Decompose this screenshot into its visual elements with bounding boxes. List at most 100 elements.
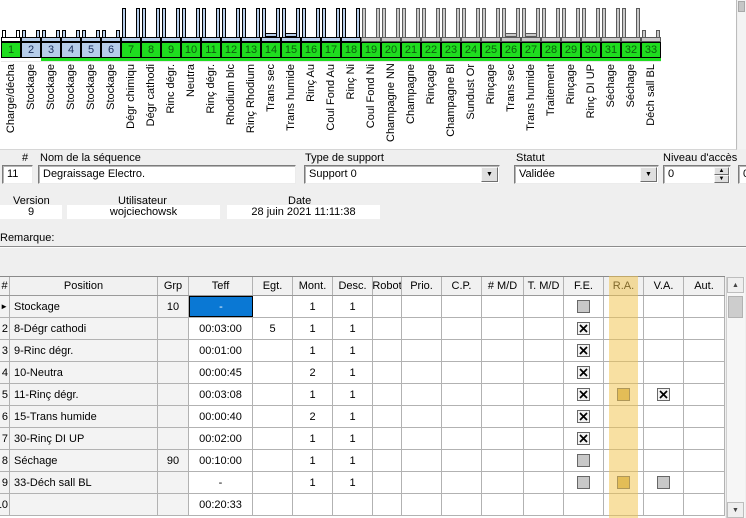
cell-teff-row-5[interactable]: 00:03:08 [189, 384, 253, 405]
cell-cp-row-5[interactable] [442, 384, 482, 405]
cell-grp-row-3[interactable] [158, 340, 189, 361]
cell-fe-row-2[interactable] [564, 318, 604, 339]
column-header-c-p-[interactable]: C.P. [442, 277, 482, 295]
station-18[interactable]: 18Rinç Ni [341, 0, 361, 148]
cell-fe-row-1[interactable] [564, 296, 604, 317]
cell-grp-row-2[interactable] [158, 318, 189, 339]
station-5-number[interactable]: 5 [81, 42, 101, 58]
cell-tmd-row-10[interactable] [524, 494, 564, 515]
cell-egt-row-7[interactable] [253, 428, 293, 449]
cell-teff-row-10[interactable]: 00:20:33 [189, 494, 253, 515]
cell-egt-row-6[interactable] [253, 406, 293, 427]
cell-robot-row-5[interactable] [373, 384, 402, 405]
cell-prio-row-4[interactable] [402, 362, 442, 383]
column-header-teff[interactable]: Teff [189, 277, 253, 295]
cell-ra-row-7[interactable] [604, 428, 644, 449]
station-26-number[interactable]: 26 [501, 42, 521, 58]
station-33-number[interactable]: 33 [641, 42, 661, 58]
station-2-number[interactable]: 2 [21, 42, 41, 58]
cell-egt-row-2[interactable]: 5 [253, 318, 293, 339]
spinner-up-icon[interactable]: ▲ [714, 167, 729, 175]
station-3-number[interactable]: 3 [41, 42, 61, 58]
cell-aut-row-7[interactable] [684, 428, 725, 449]
cell-position-row-3[interactable]: 9-Rinc dégr. [10, 340, 158, 361]
station-17-number[interactable]: 17 [321, 42, 341, 58]
cell-aut-row-1[interactable] [684, 296, 725, 317]
cell-md-row-10[interactable] [482, 494, 524, 515]
cell-ra-row-10[interactable] [604, 494, 644, 515]
cell-grp-row-8[interactable]: 90 [158, 450, 189, 471]
station-4-number[interactable]: 4 [61, 42, 81, 58]
column-header--m-d[interactable]: # M/D [482, 277, 524, 295]
cell-prio-row-3[interactable] [402, 340, 442, 361]
fe-checkbox-row-9[interactable] [577, 476, 590, 489]
cell-cp-row-3[interactable] [442, 340, 482, 361]
station-27-number[interactable]: 27 [521, 42, 541, 58]
table-row-8[interactable]: 8Séchage9000:10:0011 [0, 450, 725, 472]
cell-mont-row-10[interactable] [293, 494, 333, 515]
va-checkbox-row-9[interactable] [657, 476, 670, 489]
seq-number-field[interactable]: 11 [2, 165, 33, 184]
station-31-number[interactable]: 31 [601, 42, 621, 58]
column-header-mont-[interactable]: Mont. [293, 277, 333, 295]
cell-mont-row-2[interactable]: 1 [293, 318, 333, 339]
cell-mont-row-6[interactable]: 2 [293, 406, 333, 427]
cell-va-row-1[interactable] [644, 296, 684, 317]
cell-cp-row-9[interactable] [442, 472, 482, 493]
cell-grp-row-10[interactable] [158, 494, 189, 515]
cell-ra-row-8[interactable] [604, 450, 644, 471]
station-30[interactable]: 30Rinç DI UP [581, 0, 601, 148]
station-19[interactable]: 19Coul Fond Ni [361, 0, 381, 148]
diagram-scrollbar-thumb[interactable] [738, 1, 745, 12]
cell-num-row-7[interactable]: 7 [0, 428, 10, 449]
station-31[interactable]: 31Séchage [601, 0, 621, 148]
cell-desc-row-10[interactable] [333, 494, 373, 515]
station-9[interactable]: 9Rinc dégr. [161, 0, 181, 148]
cell-teff-row-6[interactable]: 00:00:40 [189, 406, 253, 427]
station-14[interactable]: 14Trans sec [261, 0, 281, 148]
table-row-4[interactable]: 410-Neutra00:00:4521 [0, 362, 725, 384]
cell-aut-row-5[interactable] [684, 384, 725, 405]
cell-prio-row-2[interactable] [402, 318, 442, 339]
station-29[interactable]: 29Rinçage [561, 0, 581, 148]
table-row-5[interactable]: 511-Rinç dégr.00:03:0811 [0, 384, 725, 406]
station-29-number[interactable]: 29 [561, 42, 581, 58]
station-11-number[interactable]: 11 [201, 42, 221, 58]
station-21[interactable]: 21Champagne [401, 0, 421, 148]
cell-va-row-3[interactable] [644, 340, 684, 361]
cell-cp-row-1[interactable] [442, 296, 482, 317]
column-header-aut-[interactable]: Aut. [684, 277, 725, 295]
cell-md-row-6[interactable] [482, 406, 524, 427]
cell-mont-row-1[interactable]: 1 [293, 296, 333, 317]
station-19-number[interactable]: 19 [361, 42, 381, 58]
cell-robot-row-4[interactable] [373, 362, 402, 383]
cell-tmd-row-7[interactable] [524, 428, 564, 449]
cell-tmd-row-5[interactable] [524, 384, 564, 405]
cell-grp-row-5[interactable] [158, 384, 189, 405]
cell-grp-row-1[interactable]: 10 [158, 296, 189, 317]
cell-ra-row-1[interactable] [604, 296, 644, 317]
cell-egt-row-1[interactable] [253, 296, 293, 317]
cell-position-row-5[interactable]: 11-Rinç dégr. [10, 384, 158, 405]
station-20-number[interactable]: 20 [381, 42, 401, 58]
station-1[interactable]: 1Charge/décha [1, 0, 21, 148]
cell-robot-row-10[interactable] [373, 494, 402, 515]
cell-md-row-2[interactable] [482, 318, 524, 339]
cell-cp-row-10[interactable] [442, 494, 482, 515]
cell-aut-row-4[interactable] [684, 362, 725, 383]
cell-mont-row-8[interactable]: 1 [293, 450, 333, 471]
column-header-egt-[interactable]: Egt. [253, 277, 293, 295]
cell-num-row-1[interactable]: ► [0, 296, 10, 317]
cell-position-row-7[interactable]: 30-Rinç DI UP [10, 428, 158, 449]
cell-aut-row-2[interactable] [684, 318, 725, 339]
table-row-2[interactable]: 28-Dégr cathodi00:03:00511 [0, 318, 725, 340]
cell-teff-row-9[interactable]: - [189, 472, 253, 493]
table-scrollbar-thumb[interactable] [728, 296, 743, 318]
cell-va-row-4[interactable] [644, 362, 684, 383]
cell-prio-row-6[interactable] [402, 406, 442, 427]
station-15[interactable]: 15Trans humide [281, 0, 301, 148]
cell-desc-row-3[interactable]: 1 [333, 340, 373, 361]
table-row-1[interactable]: ►Stockage10-11 [0, 296, 725, 318]
fe-checkbox-row-1[interactable] [577, 300, 590, 313]
cell-va-row-10[interactable] [644, 494, 684, 515]
